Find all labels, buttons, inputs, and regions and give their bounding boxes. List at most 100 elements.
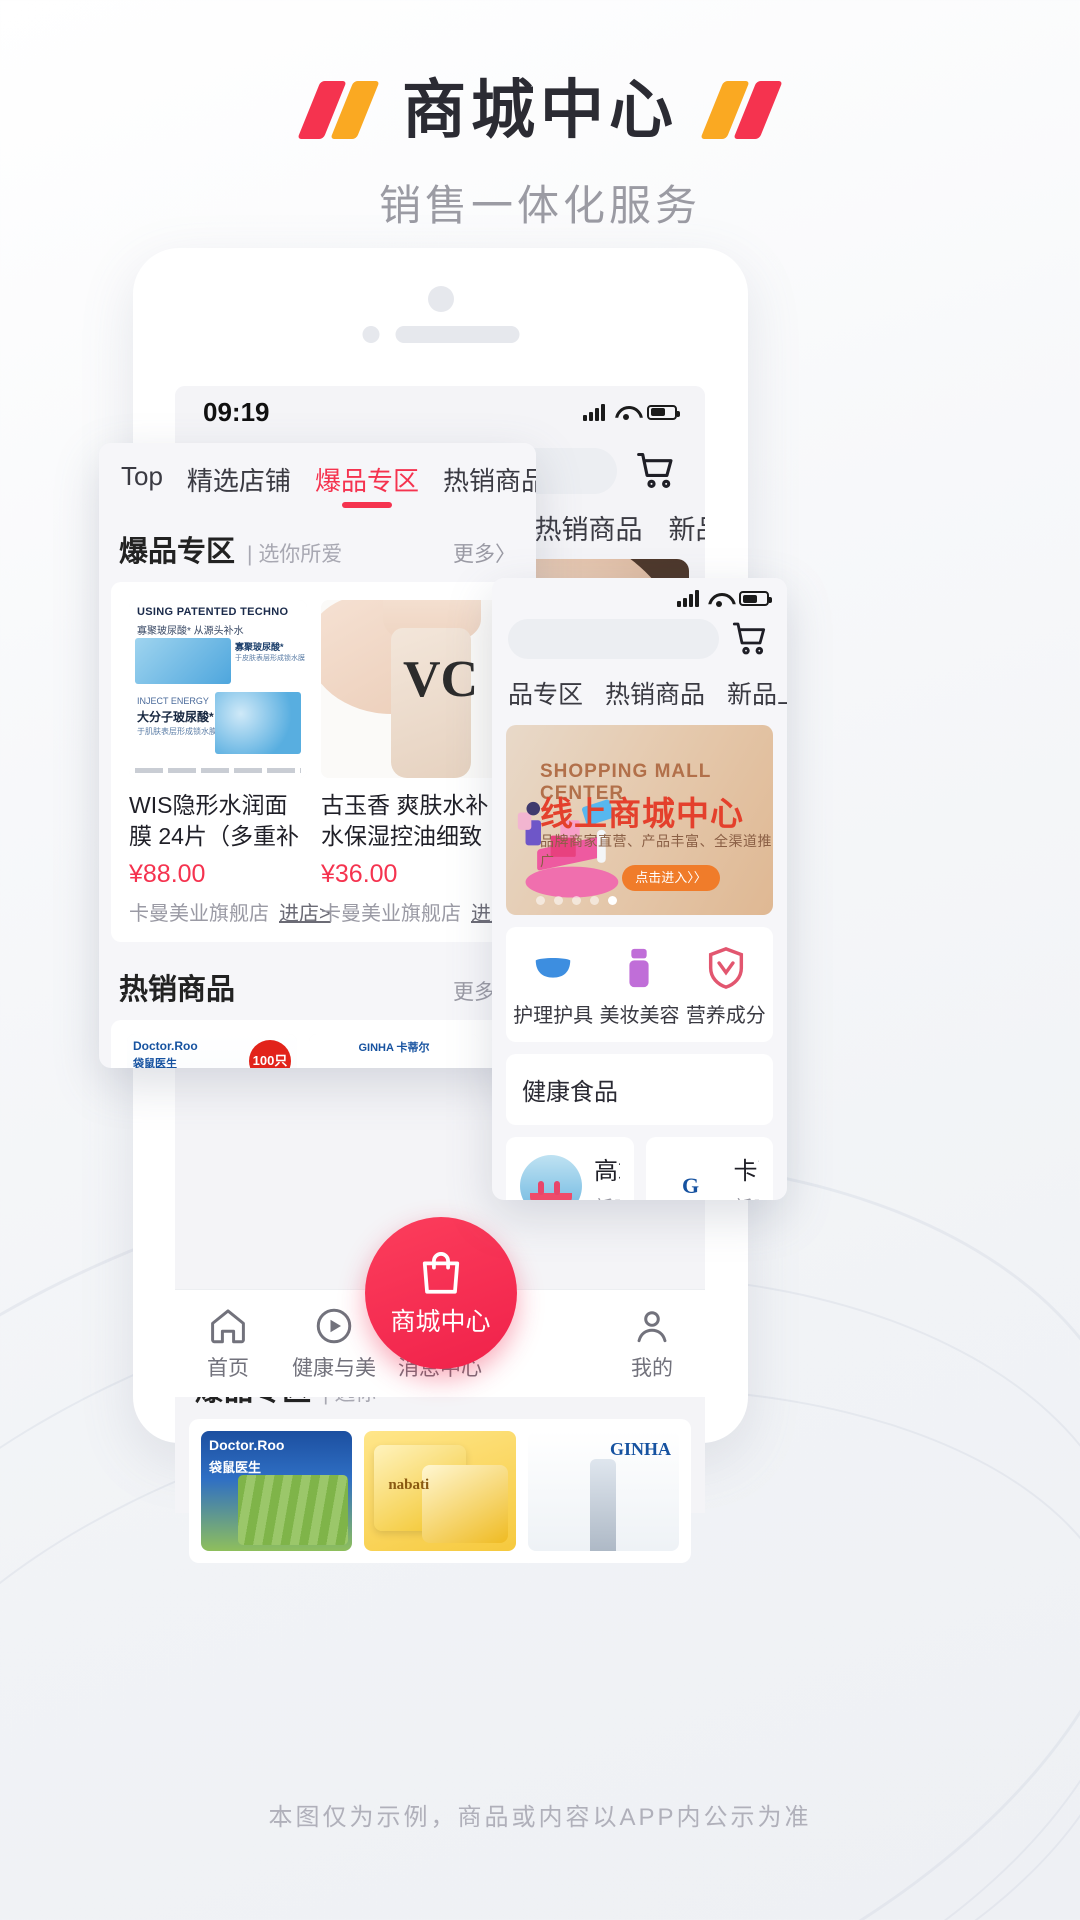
shop-item[interactable]: G 卡蒂尔旗舰Ⅱ 新康线精选，好 [645,1137,773,1200]
product-title: 古玉香 爽肤水补水保湿控油细致毛孔定妆喷… [321,792,489,849]
banner-headline-cn: 线上商城中心 [540,795,744,832]
play-icon [313,1305,355,1347]
product-badge: 100只 [249,1040,291,1068]
product-brand: nabati [388,1477,430,1493]
phone-speaker-row [362,326,519,343]
tab-hot-sale[interactable]: 热销商品 [535,508,643,547]
shop-name: 卡曼美业旗舰店 [129,903,269,925]
banner-dot[interactable] [554,896,563,905]
shop-name: 卡蒂尔旗舰Ⅱ [733,1158,760,1185]
mall-banner[interactable]: SHOPPING MALL CENTER 线上商城中心 品牌商家直营、产品丰富、… [506,725,773,915]
cart-icon[interactable] [731,619,771,659]
ad-label2-note: 于肌肤表层形成锁水膜 [137,727,217,736]
ad-label2-cn: 大分子玻尿酸* [137,710,214,724]
floating-card-mall: 品专区 热销商品 新品上线 SHOPPING MALL CENTER 线上商城中… [492,578,787,1200]
shop-item[interactable]: 高端美容仪器 新康线精选，好物也可以… [506,1137,634,1200]
product-card[interactable]: VC 古玉香 爽肤水补水保湿控油细致毛孔定妆喷… ¥36.00 卡曼美业旗舰店 … [321,600,523,926]
tab-new-arrivals[interactable]: 新品上线 [669,508,705,547]
nav-label: 健康与美 [292,1357,376,1380]
ad-label2-en: INJECT ENERGY [137,696,209,706]
tab-hot-sale[interactable]: 热销商品 [605,675,705,711]
food-category-label[interactable]: 健康食品 [506,1054,773,1125]
home-icon [207,1305,249,1347]
mask-ad-image: USING PATENTED TECHNO 寡聚玻尿酸* 从源头补水 寡聚玻尿酸… [129,600,307,778]
shop-list: 高端美容仪器 新康线精选，好物也可以… G 卡蒂尔旗舰Ⅱ 新康线精选，好 [506,1137,773,1200]
footer-disclaimer: 本图仅为示例，商品或内容以APP内公示为准 [268,1804,812,1831]
product-brand: Doctor.Roo [209,1437,285,1453]
nav-item-mine[interactable]: 我的 [599,1305,705,1382]
phone-speaker [395,326,519,343]
boat-shape [530,1192,572,1200]
banner-dot[interactable] [572,896,581,905]
tab-featured-shops[interactable]: 精选店铺 [187,461,291,508]
tab-new-arrivals[interactable]: 新品上线 [727,675,787,711]
user-icon [631,1305,673,1347]
section-more-link[interactable]: 更多〉 [453,538,516,568]
category-nutrition[interactable]: 营养成分 [686,945,766,1028]
card1-tab-bar[interactable]: Top 精选店铺 爆品专区 热销商品 新品上线 [99,443,536,518]
section-title: 热销商品 [119,974,236,1006]
battery-icon [739,591,772,606]
floating-card-products: Top 精选店铺 爆品专区 热销商品 新品上线 爆品专区 | 选你所爱 更多〉 … [99,443,536,1068]
tab-hot-deals[interactable]: 品专区 [508,675,583,711]
category-cosmetic[interactable]: 美妆美容 [599,945,679,1028]
wifi-icon [615,404,637,420]
cosmetic-icon [616,945,662,991]
tab-hot-deals[interactable]: 爆品专区 [315,461,419,508]
shopping-bag-icon [416,1248,466,1296]
case-product-image: GINHA 卡蒂尔 [309,1034,479,1068]
page-subtitle: 销售一体化服务 [378,182,701,229]
nutrition-icon [703,945,749,991]
status-bar: 09:19 [175,386,705,438]
product-brand: GINHA 卡蒂尔 [358,1042,430,1054]
title-row: 商城中心 [0,78,1080,142]
product-brand: GINHA [609,1439,671,1459]
tab-hot-sale[interactable]: 热销商品 [443,461,536,508]
ad-label-cn: 寡聚玻尿酸* [235,642,284,652]
signal-icon [677,590,699,607]
product-card[interactable]: USING PATENTED TECHNO 寡聚玻尿酸* 从源头补水 寡聚玻尿酸… [129,600,331,926]
fab-label: 商城中心 [390,1308,491,1336]
product-image: USING PATENTED TECHNO 寡聚玻尿酸* 从源头补水 寡聚玻尿酸… [129,600,307,778]
slash-decoration-left [297,81,380,139]
hot-product-card[interactable]: Doctor.Roo 袋鼠医生 医用外科 灭菌级别 100只 19.9 [127,1034,297,1068]
card2-tab-bar[interactable]: 品专区 热销商品 新品上线 [492,665,787,725]
product-tube-art [590,1459,617,1551]
signal-icon [583,403,605,421]
product-pack-art [421,1465,508,1543]
ad-image-block [215,692,301,754]
product-shop-row: 卡曼美业旗舰店 进店> [321,897,523,926]
ad-line1: 寡聚玻尿酸* 从源头补水 [137,626,244,637]
person-shape [554,1180,560,1195]
product-thumb[interactable]: GINHA [527,1431,679,1551]
shop-logo-text: G [681,1172,700,1198]
phone-hot-deal-strip: Doctor.Roo 袋鼠医生 nabati GINHA [189,1419,691,1563]
category-label: 营养成分 [685,1005,766,1027]
card2-category-row: 护理护具 美妆美容 营养成分 [506,927,773,1042]
category-care[interactable]: 护理护具 [513,945,593,1028]
banner-dot[interactable] [536,896,545,905]
shop-name: 卡曼美业旗舰店 [321,903,461,925]
shop-desc: 新康线精选，好物也可以… [594,1193,620,1200]
wifi-icon [708,591,730,607]
category-label: 护理护具 [513,1005,594,1027]
hand-bottle-image: VC [321,600,499,778]
search-input[interactable] [508,619,719,659]
banner-dot-active[interactable] [608,896,617,905]
bottle-label-text: VC [403,651,479,708]
banner-dot[interactable] [590,896,599,905]
cart-icon[interactable] [635,449,679,493]
card2-search-row [492,613,787,665]
banner-cta-button[interactable]: 点击进入〉〉 [622,865,720,891]
product-thumb[interactable]: Doctor.Roo 袋鼠医生 [201,1431,353,1551]
product-price: ¥88.00 [129,860,206,888]
product-thumb[interactable]: nabati [364,1431,516,1551]
shop-info: 高端美容仪器 新康线精选，好物也可以… [594,1151,620,1200]
tab-top[interactable]: Top [121,461,163,502]
nav-item-home[interactable]: 首页 [175,1305,281,1382]
ad-headline-en: USING PATENTED TECHNO [137,606,289,618]
banner-dots[interactable] [536,896,617,905]
section-subtitle: | 选你所爱 [247,543,343,566]
hot-product-card[interactable]: GINHA 卡蒂尔 [309,1034,479,1068]
mall-center-fab-button[interactable]: 商城中心 [364,1217,517,1369]
